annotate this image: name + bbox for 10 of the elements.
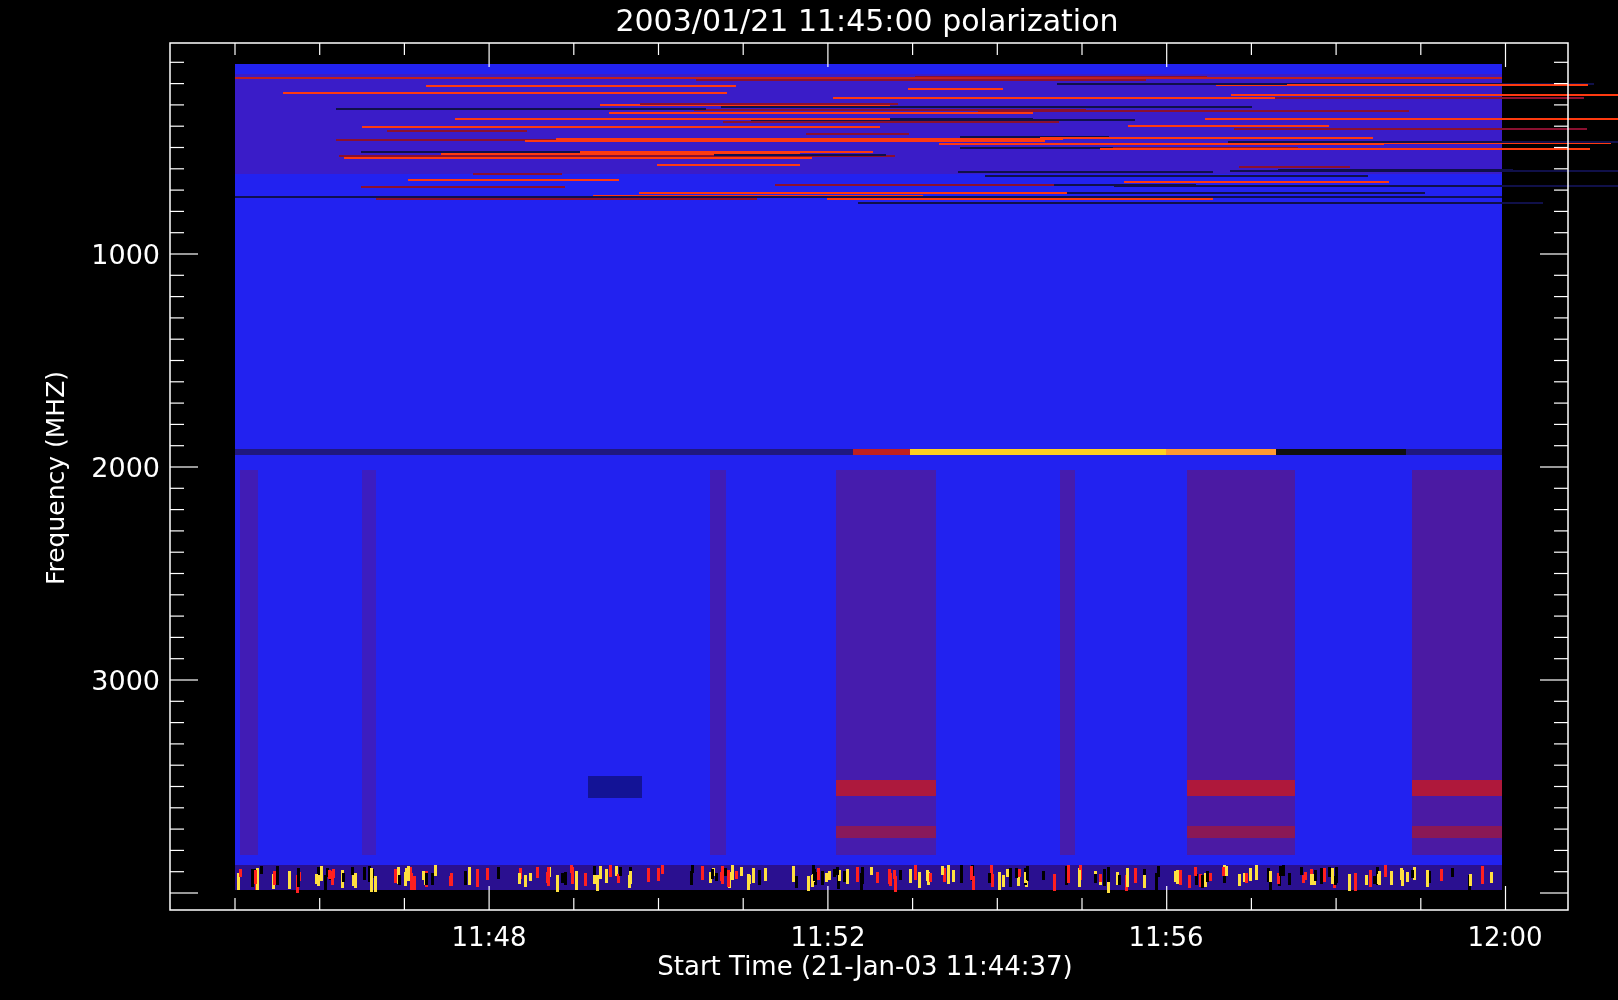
chart-title: 2003/01/21 11:45:00 polarization [615, 3, 1119, 38]
x-tick-label: 11:56 [1128, 922, 1204, 952]
x-tick-label: 11:52 [790, 922, 866, 952]
x-axis-title: Start Time (21-Jan-03 11:44:37) [657, 951, 1073, 981]
x-tick-label: 12:00 [1467, 922, 1543, 952]
y-tick-label: 2000 [91, 452, 160, 483]
y-axis-title: Frequency (MHZ) [41, 370, 70, 586]
y-tick-label: 1000 [91, 239, 160, 270]
x-tick-label: 11:48 [451, 922, 527, 952]
y-tick-label: 3000 [91, 665, 160, 696]
